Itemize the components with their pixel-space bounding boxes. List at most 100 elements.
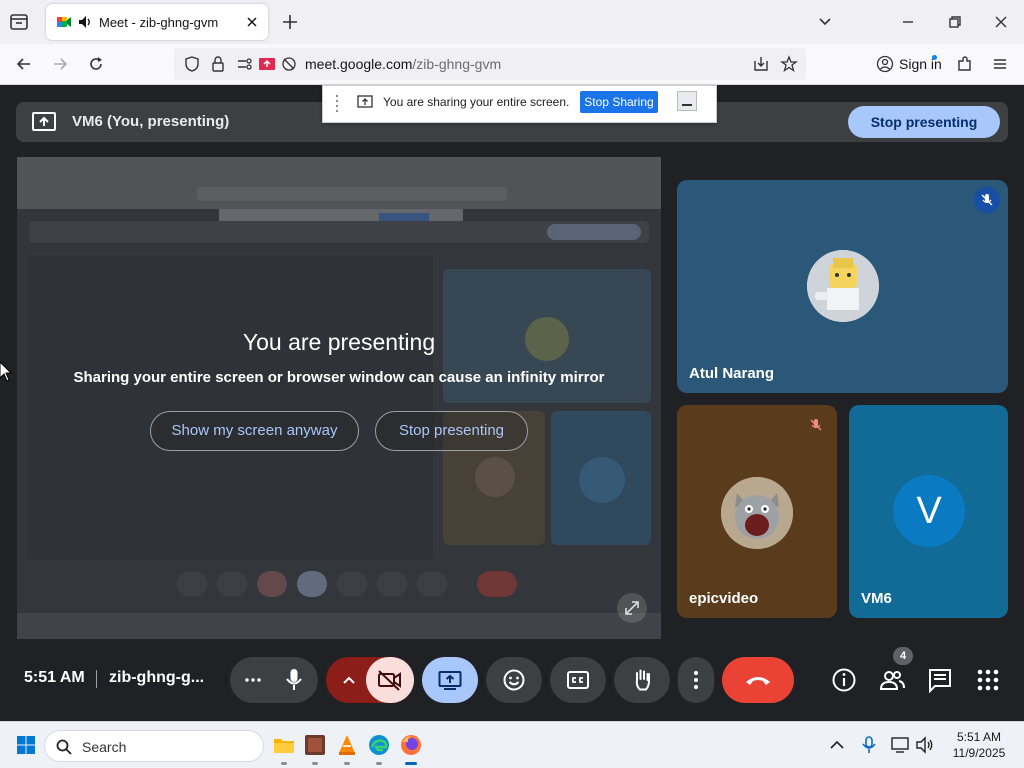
new-tab-icon[interactable] [280,12,300,32]
camera-off-icon [378,670,401,691]
reload-icon[interactable] [86,54,106,74]
participant-tile-vm6[interactable]: V VM6 [849,405,1008,618]
infinity-mirror-warning: Sharing your entire screen or browser wi… [73,369,605,386]
taskbar-search-box[interactable]: Search [44,730,264,762]
list-all-tabs-chevron-icon[interactable] [815,12,835,32]
presenting-label: VM6 (You, presenting) [72,113,230,130]
expand-tile-button[interactable] [617,593,647,623]
windows-taskbar: Search 5:51 AM 11/9/2025 [0,721,1024,768]
chat-icon[interactable] [927,667,953,693]
present-screen-icon [32,112,56,131]
stop-presenting-button[interactable]: Stop presenting [848,106,1000,138]
browser-nav-bar: meet.google.com/zib-ghng-gvm Sign in [0,44,1024,85]
cartoon-cat-avatar-icon [721,477,793,549]
microphone-in-use-icon[interactable] [859,735,879,755]
meeting-code: zib-ghng-g... [109,669,205,686]
close-window-icon[interactable] [991,12,1011,32]
raise-hand-icon [635,669,650,691]
hide-notification-button[interactable] [677,91,697,111]
file-explorer-icon[interactable] [272,733,296,757]
participant-tile-atul[interactable]: Atul Narang [677,180,1008,393]
permissions-icon[interactable] [236,56,254,72]
clock-time: 5:51 AM [956,730,1002,744]
drag-handle-icon[interactable] [335,94,339,114]
people-count-badge: 4 [893,647,913,665]
participant-tile-epicvideo[interactable]: epicvideo [677,405,837,618]
restore-window-icon[interactable] [945,12,965,32]
volume-icon[interactable] [915,735,935,755]
app-running-indicator [344,762,350,765]
emoji-icon [503,669,525,691]
stop-presenting-tile-button[interactable]: Stop presenting [375,411,528,451]
people-icon[interactable] [879,667,905,693]
present-screen-icon [438,671,462,690]
clock-date: 11/9/2025 [952,746,1006,760]
minimize-window-icon[interactable] [898,12,918,32]
end-call-icon [746,677,770,685]
account-icon [876,55,894,73]
vlc-player-icon[interactable] [335,733,359,757]
search-label: Search [82,739,127,755]
participant-name: VM6 [861,590,892,607]
participant-avatar-letter: V [893,475,965,547]
padlock-icon[interactable] [210,55,226,73]
mic-off-icon [810,419,822,431]
tab-list-icon[interactable] [8,11,30,33]
captions-button[interactable] [550,657,606,703]
minimize-icon [682,104,692,106]
bookmark-star-icon[interactable] [780,55,798,73]
stop-sharing-button[interactable]: Stop Sharing [580,91,658,113]
video-options-chevron-icon[interactable] [342,675,356,685]
forward-arrow-icon[interactable] [50,54,70,74]
expand-icon [625,601,639,615]
browser-tab-meet[interactable]: Meet - zib-ghng-gvm [46,4,268,40]
extensions-puzzle-icon[interactable] [955,54,975,74]
edge-browser-icon[interactable] [367,733,391,757]
firefox-browser-icon[interactable] [399,733,423,757]
app-active-indicator [405,762,417,765]
raise-hand-button[interactable] [614,657,670,703]
notification-dot [932,55,937,60]
screen-share-active-icon[interactable] [258,56,276,72]
google-meet-favicon-icon [57,17,71,27]
activities-grid-icon[interactable] [975,667,1001,693]
mic-off-icon [981,194,993,206]
muted-mic-badge [974,187,1000,213]
present-now-button[interactable] [422,657,478,703]
closed-captions-icon [567,671,589,689]
share-screen-icon [357,95,373,108]
presenting-overlay: You are presenting Sharing your entire s… [17,157,661,639]
show-hidden-icons-chevron-icon[interactable] [827,735,847,755]
url-text: meet.google.com/zib-ghng-gvm [305,56,501,72]
autoplay-blocked-icon[interactable] [280,56,298,72]
leave-call-button[interactable] [722,657,794,703]
url-domain: meet.google.com [305,56,413,72]
tracking-protection-shield-icon[interactable] [183,55,201,73]
mouse-cursor-icon [0,362,12,382]
participant-name: epicvideo [689,590,759,607]
meeting-details-info-icon[interactable] [831,667,857,693]
more-options-button[interactable] [678,657,714,703]
more-audio-options-icon[interactable] [244,677,262,683]
self-presentation-tile: You are presenting Sharing your entire s… [17,157,661,639]
meeting-time: 5:51 AM [24,669,85,686]
app-running-indicator [281,762,287,765]
speaker-playing-icon[interactable] [78,14,92,30]
microphone-icon[interactable] [284,668,304,692]
show-screen-anyway-button[interactable]: Show my screen anyway [150,411,359,451]
sign-in-button[interactable]: Sign in [870,48,942,80]
close-tab-icon[interactable] [244,14,260,30]
install-app-icon[interactable] [752,55,770,73]
muted-mic-badge [803,412,829,438]
network-icon[interactable] [890,735,910,755]
back-arrow-icon[interactable] [14,54,34,74]
media-app-icon[interactable] [303,733,327,757]
hamburger-menu-icon[interactable] [990,54,1010,74]
address-bar[interactable]: meet.google.com/zib-ghng-gvm [174,48,806,80]
app-running-indicator [312,762,318,765]
taskbar-clock[interactable]: 5:51 AM 11/9/2025 [944,729,1014,761]
camera-off-button[interactable] [366,657,414,703]
windows-start-icon[interactable] [17,736,35,754]
reactions-button[interactable] [486,657,542,703]
lego-figure-avatar-icon [807,250,879,322]
